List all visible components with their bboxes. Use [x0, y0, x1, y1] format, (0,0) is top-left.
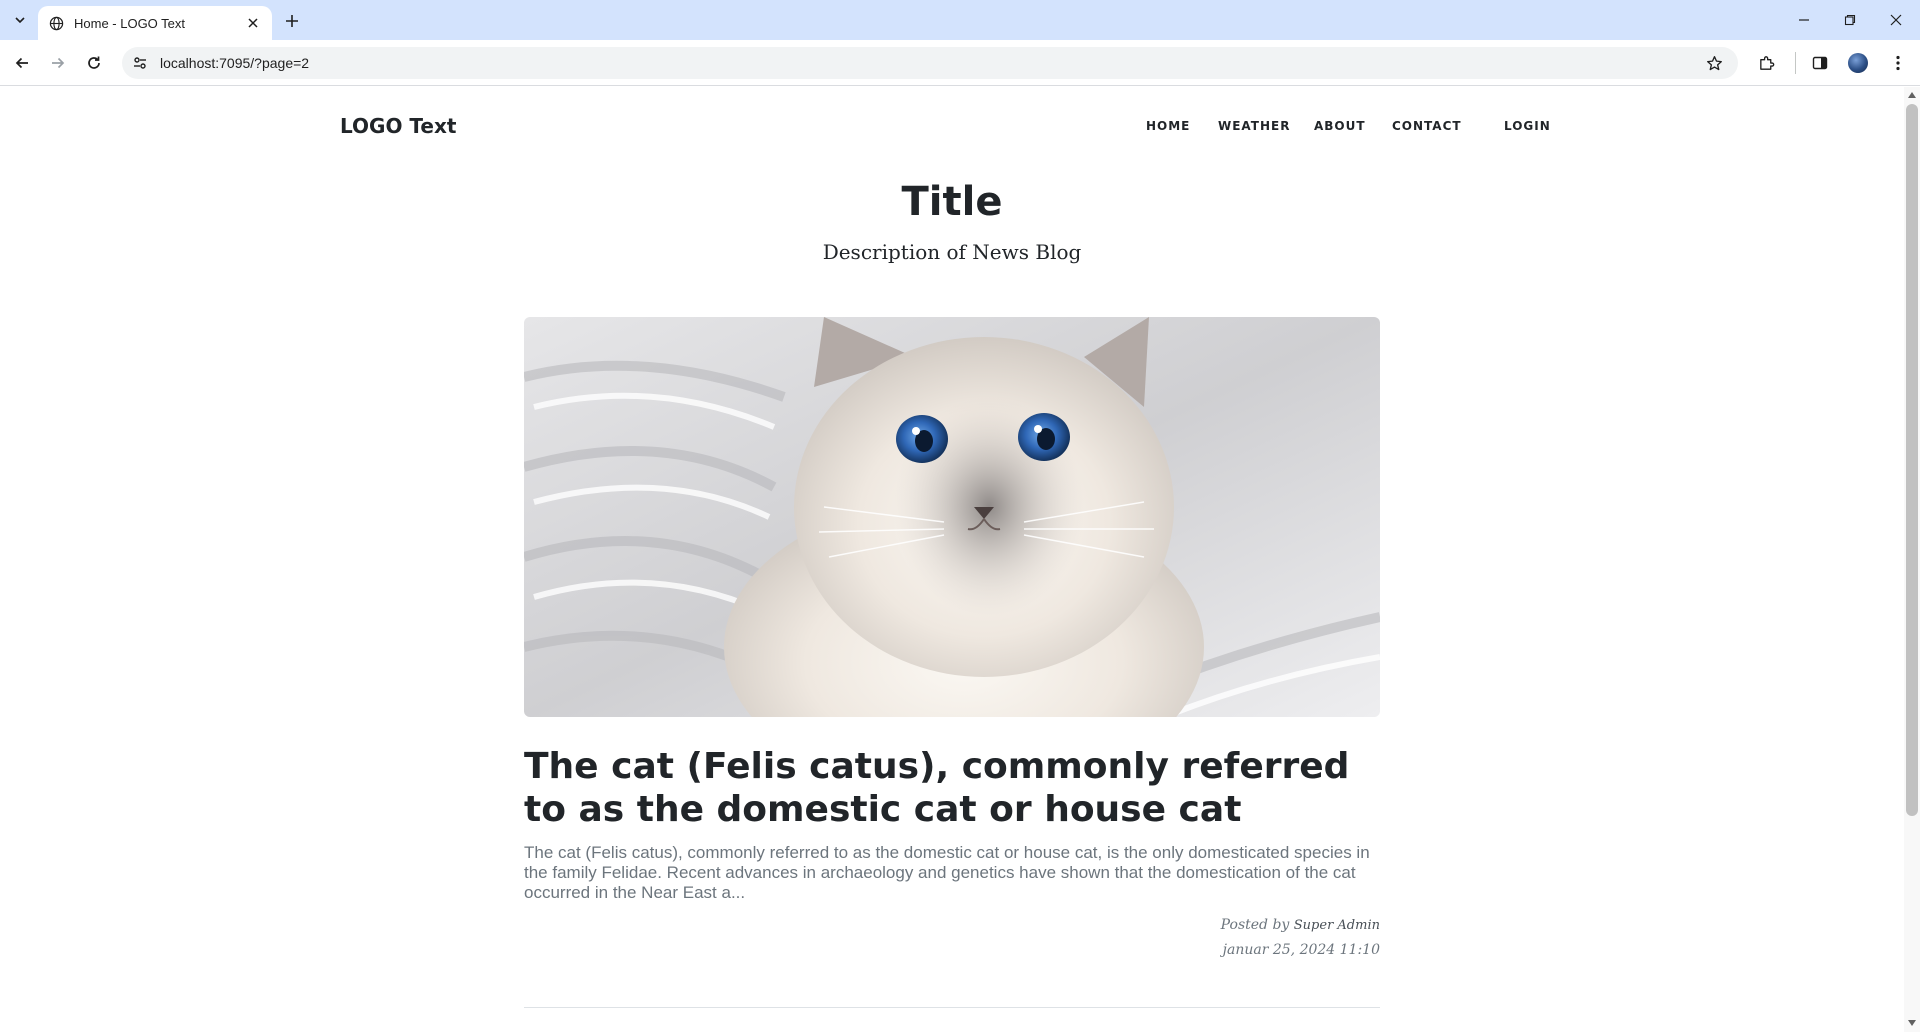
nav-contact[interactable]: CONTACT — [1392, 119, 1462, 133]
minimize-button[interactable] — [1786, 6, 1822, 34]
side-panel-button[interactable] — [1806, 49, 1834, 77]
more-vertical-icon — [1896, 55, 1900, 71]
chevron-down-icon — [15, 17, 25, 24]
profile-button[interactable] — [1844, 49, 1872, 77]
close-icon — [248, 18, 258, 28]
back-button[interactable] — [8, 49, 36, 77]
globe-icon — [48, 15, 64, 31]
browser-tab-active[interactable]: Home - LOGO Text — [38, 6, 272, 40]
post-excerpt: The cat (Felis catus), commonly referred… — [524, 843, 1370, 902]
tab-close-button[interactable] — [244, 14, 262, 32]
nav-login[interactable]: LOGIN — [1504, 119, 1551, 133]
post-image[interactable] — [524, 317, 1380, 717]
post-author[interactable]: Super Admin — [1294, 918, 1380, 933]
post-byline: Posted by Super Admin — [524, 913, 1380, 938]
toolbar-divider — [1795, 52, 1796, 74]
caret-down-icon — [1908, 1020, 1916, 1026]
close-icon — [1890, 14, 1902, 26]
post-divider — [524, 1007, 1380, 1008]
star-icon — [1706, 55, 1722, 70]
site-info-icon[interactable] — [126, 49, 154, 77]
extensions-button[interactable] — [1752, 49, 1780, 77]
restore-icon — [1844, 14, 1856, 26]
reload-icon — [88, 56, 100, 69]
plus-icon — [286, 15, 298, 27]
side-panel-icon — [1812, 56, 1828, 70]
restore-button[interactable] — [1832, 6, 1868, 34]
scroll-up-button[interactable] — [1906, 88, 1918, 102]
forward-button[interactable] — [44, 49, 72, 77]
tab-search-button[interactable] — [8, 8, 32, 32]
url-text: localhost:7095/?page=2 — [160, 55, 310, 71]
scroll-down-button[interactable] — [1906, 1016, 1918, 1030]
post-meta: Posted by Super Admin januar 25, 2024 11… — [524, 913, 1380, 962]
arrow-right-icon — [52, 57, 65, 69]
menu-button[interactable] — [1884, 49, 1912, 77]
nav-about[interactable]: ABOUT — [1314, 119, 1366, 133]
browser-tab-strip: Home - LOGO Text — [0, 0, 1920, 40]
page-title: Title — [901, 179, 1003, 225]
minimize-icon — [1799, 19, 1809, 21]
site-nav: HOME WEATHER ABOUT CONTACT LOGIN — [0, 119, 1904, 139]
page-viewport: LOGO Text HOME WEATHER ABOUT CONTACT LOG… — [0, 87, 1904, 1032]
posted-by-label: Posted by — [1220, 917, 1290, 933]
reload-button[interactable] — [80, 49, 108, 77]
caret-up-icon — [1908, 92, 1916, 98]
post-title[interactable]: The cat (Felis catus), commonly referred… — [524, 745, 1380, 831]
post-date: januar 25, 2024 11:10 — [1222, 942, 1380, 958]
puzzle-icon — [1759, 55, 1774, 70]
window-close-button[interactable] — [1878, 6, 1914, 34]
page-subtitle: Description of News Blog — [822, 240, 1082, 264]
nav-home[interactable]: HOME — [1146, 119, 1190, 133]
address-bar[interactable]: localhost:7095/?page=2 — [122, 47, 1738, 79]
kitten-photo — [524, 317, 1380, 717]
tab-title: Home - LOGO Text — [74, 15, 186, 31]
browser-toolbar: localhost:7095/?page=2 — [0, 40, 1920, 86]
arrow-left-icon — [15, 57, 28, 69]
new-tab-button[interactable] — [280, 9, 304, 33]
bookmark-star-button[interactable] — [1700, 49, 1728, 77]
nav-weather[interactable]: WEATHER — [1218, 119, 1290, 133]
page-scrollbar-thumb[interactable] — [1906, 104, 1918, 816]
avatar — [1848, 53, 1868, 73]
